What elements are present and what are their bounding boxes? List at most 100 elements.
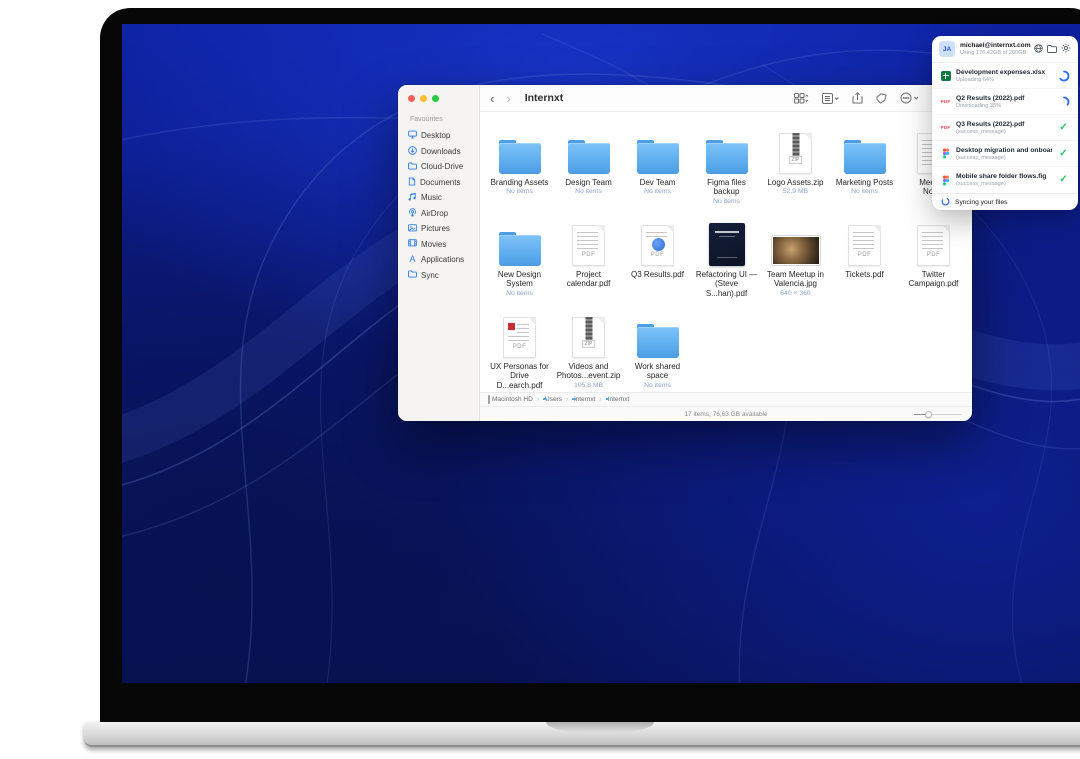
file-item[interactable]: PDFProject calendar.pdf <box>554 220 623 312</box>
finder-toolbar: ‹ › Internxt <box>480 85 972 112</box>
slider-knob[interactable] <box>925 411 932 418</box>
file-item[interactable]: PDF Q3 Results.pdf <box>623 220 692 312</box>
sync-item-name: Q3 Results (2022).pdf <box>956 121 1052 128</box>
sidebar-item-label: Desktop <box>421 131 450 140</box>
file-label: Dev Team <box>640 178 676 187</box>
popup-footer: Syncing your files <box>932 193 1078 210</box>
path-segment[interactable]: Macintosh HD <box>488 396 533 403</box>
file-item[interactable]: ZIPLogo Assets.zip52,9 MB <box>761 128 830 220</box>
sync-item-row[interactable]: PDFQ2 Results (2022).pdfDownloading 35% <box>932 89 1078 115</box>
sidebar-item-sync[interactable]: Sync <box>408 268 479 284</box>
group-view-icon[interactable] <box>822 93 839 104</box>
sidebar-item-label: Cloud-Drive <box>421 162 463 171</box>
sidebar-item-documents[interactable]: Documents <box>408 175 479 191</box>
finder-main: ‹ › Internxt <box>480 85 972 421</box>
sidebar-item-label: AirDrop <box>421 209 448 218</box>
folder-icon <box>497 140 543 174</box>
path-segment[interactable]: Internxt <box>606 396 630 403</box>
file-item[interactable]: PDFUX Personas for Drive D...earch.pdf <box>485 312 554 392</box>
globe-icon[interactable] <box>1034 40 1043 58</box>
status-bar: 17 items, 76,63 GB available <box>480 406 972 421</box>
document-icon <box>408 177 416 188</box>
zoom-window-button[interactable] <box>432 95 439 102</box>
sync-item-row[interactable]: Desktop migration and onboardi...(succes… <box>932 141 1078 167</box>
sync-item-name: Desktop migration and onboardi... <box>956 147 1052 154</box>
file-label: Logo Assets.zip <box>767 178 823 187</box>
file-item[interactable]: Dev TeamNo items <box>623 128 692 220</box>
file-item[interactable]: Team Meetup in Valencia.jpg640 × 360 <box>761 220 830 312</box>
pdf-file-icon: PDF <box>848 225 881 266</box>
account-email: michael@internxt.com <box>960 42 1029 49</box>
file-info: 105,8 MB <box>574 382 603 389</box>
file-info: No items <box>506 188 533 195</box>
path-segment-label: Macintosh HD <box>492 396 533 403</box>
sidebar-item-desktop[interactable]: Desktop <box>408 128 479 144</box>
finder-window: Favourites DesktopDownloadsCloud-DriveDo… <box>398 85 972 421</box>
path-separator: › <box>566 396 568 403</box>
sync-item-row[interactable]: Mobile share folder flows.fig(success_me… <box>932 167 1078 193</box>
file-browser-content: Branding AssetsNo itemsDesign TeamNo ite… <box>480 112 972 392</box>
sidebar-item-music[interactable]: Music <box>408 190 479 206</box>
file-item[interactable]: ZIPVideos and Photos...event.zip105,8 MB <box>554 312 623 392</box>
sync-item-row[interactable]: Development expenses.xlsxUploading 64% <box>932 63 1078 89</box>
sidebar-item-label: Documents <box>420 178 460 187</box>
zip-file-icon: ZIP <box>779 133 812 174</box>
folder-icon[interactable] <box>1047 40 1057 58</box>
folder-icon <box>566 140 612 174</box>
file-label: Twitter Campaign.pdf <box>901 270 967 289</box>
file-label: Q3 Results.pdf <box>631 270 684 279</box>
tag-icon[interactable] <box>876 93 887 104</box>
file-item[interactable]: Work shared spaceNo items <box>623 312 692 392</box>
progress-ring <box>1058 70 1070 82</box>
sync-item-status: (success_message) <box>956 129 1052 135</box>
share-icon[interactable] <box>852 92 863 104</box>
music-icon <box>408 192 417 203</box>
path-segment[interactable]: internxt <box>572 396 595 403</box>
actions-icon[interactable] <box>900 92 919 104</box>
file-item[interactable]: Refactoring UI — (Steve S...han).pdf <box>692 220 761 312</box>
sync-item-name: Development expenses.xlsx <box>956 69 1052 76</box>
sync-item-name: Mobile share folder flows.fig <box>956 173 1052 180</box>
path-segment[interactable]: Users <box>543 396 562 403</box>
folder-icon <box>704 140 750 174</box>
minimize-window-button[interactable] <box>420 95 427 102</box>
sidebar-item-applications[interactable]: AApplications <box>408 252 479 268</box>
sidebar-item-cloud-drive[interactable]: Cloud-Drive <box>408 159 479 175</box>
file-info: No items <box>851 188 878 195</box>
path-bar: Macintosh HD›Users›internxt›Internxt <box>480 392 972 406</box>
gear-icon[interactable] <box>1061 40 1071 58</box>
file-item[interactable]: Design TeamNo items <box>554 128 623 220</box>
pdf-file-icon: PDF <box>641 225 674 266</box>
sidebar-item-pictures[interactable]: Pictures <box>408 221 479 237</box>
screenshot-stage: Favourites DesktopDownloadsCloud-DriveDo… <box>0 0 1080 759</box>
file-item[interactable]: New Design SystemNo items <box>485 220 554 312</box>
sync-item-row[interactable]: PDFQ3 Results (2022).pdf(success_message… <box>932 115 1078 141</box>
file-item[interactable]: Marketing PostsNo items <box>830 128 899 220</box>
file-label: Team Meetup in Valencia.jpg <box>763 270 829 289</box>
popup-header-icons <box>1034 40 1071 58</box>
file-item[interactable]: Branding AssetsNo items <box>485 128 554 220</box>
icon-view-icon[interactable] <box>794 93 809 104</box>
sync-status-text: Syncing your files <box>955 199 1007 206</box>
sidebar-item-label: Movies <box>421 240 446 249</box>
file-item[interactable]: PDFTickets.pdf <box>830 220 899 312</box>
file-item[interactable]: Figma files backupNo items <box>692 128 761 220</box>
file-info: No items <box>644 188 671 195</box>
file-info: No items <box>713 198 740 205</box>
sidebar-item-downloads[interactable]: Downloads <box>408 144 479 160</box>
back-icon[interactable]: ‹ <box>490 92 494 105</box>
file-item[interactable]: PDFTwitter Campaign.pdf <box>899 220 968 312</box>
folder-icon <box>408 270 417 280</box>
folder-icon <box>635 324 681 358</box>
close-window-button[interactable] <box>408 95 415 102</box>
sidebar-item-airdrop[interactable]: AirDrop <box>408 206 479 222</box>
forward-icon[interactable]: › <box>506 92 510 105</box>
laptop-base <box>84 722 1080 747</box>
file-label: Figma files backup <box>694 178 760 197</box>
airdrop-icon <box>408 208 417 219</box>
traffic-lights <box>408 95 479 102</box>
sidebar-item-movies[interactable]: Movies <box>408 237 479 253</box>
account-info: michael@internxt.com Using 176.42GB of 2… <box>960 42 1029 56</box>
pdf-file-icon: PDF <box>572 225 605 266</box>
icon-size-slider[interactable] <box>914 410 962 418</box>
